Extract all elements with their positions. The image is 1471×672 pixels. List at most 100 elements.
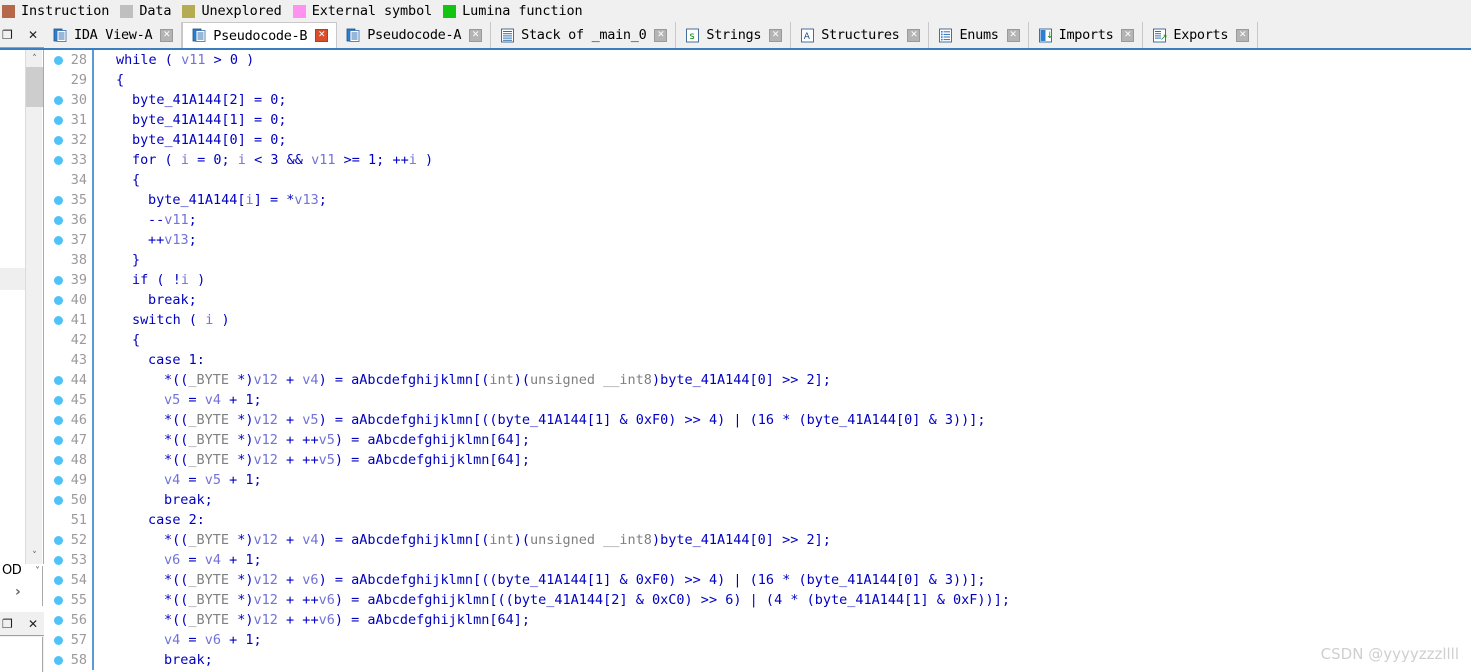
- code-text: ++v13;: [148, 232, 197, 248]
- code-line[interactable]: 38}: [44, 250, 1471, 270]
- line-number: 35: [70, 192, 87, 208]
- tab-close-icon[interactable]: ✕: [1236, 28, 1250, 42]
- pseudocode-editor[interactable]: 28 while ( v11 > 0 ) 29 {30 byte_41A144[2] =…: [44, 50, 1471, 672]
- breakpoint-marker-icon[interactable]: [54, 116, 63, 125]
- left-dock-scrollbar[interactable]: ˄ ˅: [25, 50, 43, 564]
- scrollbar-thumb[interactable]: [26, 67, 43, 107]
- breakpoint-marker-icon[interactable]: [54, 576, 63, 585]
- restore-icon[interactable]: ❐: [2, 29, 13, 41]
- tab-close-icon[interactable]: ✕: [1006, 28, 1020, 42]
- code-line[interactable]: 56 *((_BYTE *)v12 + ++v6) = aAbcdefghijkl…: [44, 610, 1471, 630]
- code-line[interactable]: 29 {: [44, 70, 1471, 90]
- tab-ida-view-a[interactable]: IDA View-A ✕: [44, 22, 183, 48]
- tab-label: Structures: [821, 27, 900, 43]
- chevron-right-icon[interactable]: ›: [15, 584, 21, 600]
- code-line[interactable]: 47 *((_BYTE *)v12 + ++v5) = aAbcdefghijkl…: [44, 430, 1471, 450]
- scroll-down-icon[interactable]: ˅: [26, 547, 43, 564]
- code-line[interactable]: 57 v4 = v6 + 1;: [44, 630, 1471, 650]
- tab-close-icon[interactable]: ✕: [769, 28, 783, 42]
- breakpoint-marker-icon[interactable]: [54, 56, 63, 65]
- breakpoint-marker-icon[interactable]: [54, 376, 63, 385]
- code-text: {: [132, 332, 141, 348]
- breakpoint-marker-icon[interactable]: [54, 636, 63, 645]
- tab-enums[interactable]: Enums ✕: [929, 22, 1029, 48]
- breakpoint-marker-icon[interactable]: [54, 156, 63, 165]
- tab-pseudocode-a[interactable]: Pseudocode-A ✕: [337, 22, 492, 48]
- tab-exports[interactable]: ↗ Exports ✕: [1143, 22, 1259, 48]
- tab-close-icon[interactable]: ✕: [315, 29, 329, 42]
- tab-close-icon[interactable]: ✕: [907, 28, 921, 42]
- code-line[interactable]: 45 v5 = v4 + 1;: [44, 390, 1471, 410]
- code-line[interactable]: 55 *((_BYTE *)v12 + ++v6) = aAbcdefghijkl…: [44, 590, 1471, 610]
- restore-icon[interactable]: ❐: [2, 618, 13, 630]
- code-line[interactable]: 53 v6 = v4 + 1;: [44, 550, 1471, 570]
- line-number: 32: [70, 132, 87, 148]
- tab-imports[interactable]: ↓ Imports ✕: [1028, 22, 1144, 48]
- breakpoint-marker-icon[interactable]: [54, 596, 63, 605]
- tab-stack-of-main-0[interactable]: Stack of _main_0 ✕: [491, 22, 677, 48]
- breakpoint-marker-icon[interactable]: [54, 236, 63, 245]
- tab-close-icon[interactable]: ✕: [654, 28, 668, 42]
- breakpoint-marker-icon[interactable]: [54, 396, 63, 405]
- code-line[interactable]: 48 *((_BYTE *)v12 + ++v5) = aAbcdefghijkl…: [44, 450, 1471, 470]
- code-line[interactable]: 46 *((_BYTE *)v12 + v5) = aAbcdefghijklmn…: [44, 410, 1471, 430]
- code-text: v5 = v4 + 1;: [164, 392, 262, 408]
- code-line[interactable]: 33 for ( i = 0; i < 3 && v11 >= 1; ++i ): [44, 150, 1471, 170]
- breakpoint-marker-icon[interactable]: [54, 216, 63, 225]
- tab-close-icon[interactable]: ✕: [469, 28, 483, 42]
- code-line[interactable]: 52 *((_BYTE *)v12 + v4) = aAbcdefghijklmn…: [44, 530, 1471, 550]
- code-line[interactable]: 37 ++v13;: [44, 230, 1471, 250]
- breakpoint-marker-icon[interactable]: [54, 476, 63, 485]
- breakpoint-marker-icon[interactable]: [54, 316, 63, 325]
- breakpoint-marker-icon[interactable]: [54, 296, 63, 305]
- code-line[interactable]: 49 v4 = v5 + 1;: [44, 470, 1471, 490]
- code-line[interactable]: 50 break;: [44, 490, 1471, 510]
- code-line[interactable]: 31 byte_41A144[1] = 0;: [44, 110, 1471, 130]
- code-text: v4 = v6 + 1;: [164, 632, 262, 648]
- tab-label: Enums: [959, 27, 999, 43]
- code-line[interactable]: 51 case 2:: [44, 510, 1471, 530]
- code-line[interactable]: 39 if ( !i ): [44, 270, 1471, 290]
- code-line[interactable]: 35 byte_41A144[i] = *v13;: [44, 190, 1471, 210]
- line-number: 47: [70, 432, 87, 448]
- tab-pseudocode-b[interactable]: Pseudocode-B ✕: [182, 22, 338, 48]
- breakpoint-marker-icon[interactable]: [54, 536, 63, 545]
- code-line[interactable]: 30 byte_41A144[2] = 0;: [44, 90, 1471, 110]
- code-line[interactable]: 28 while ( v11 > 0 ): [44, 50, 1471, 70]
- stack-icon: [500, 28, 515, 43]
- breakpoint-marker-icon[interactable]: [54, 136, 63, 145]
- code-line[interactable]: 44 *((_BYTE *)v12 + v4) = aAbcdefghijklmn…: [44, 370, 1471, 390]
- close-icon[interactable]: ✕: [28, 618, 38, 630]
- left-dock-od-row: OD ˅ ›: [1, 563, 43, 606]
- svg-text:↗: ↗: [1160, 33, 1167, 43]
- breakpoint-marker-icon[interactable]: [54, 456, 63, 465]
- breakpoint-marker-icon[interactable]: [54, 556, 63, 565]
- code-line[interactable]: 36 --v11;: [44, 210, 1471, 230]
- view-tab-bar: ❐ ✕ IDA View-A ✕ Pseudocode-B ✕ Pseudocode-A…: [0, 22, 1471, 50]
- code-line[interactable]: 41 switch ( i ): [44, 310, 1471, 330]
- breakpoint-marker-icon[interactable]: [54, 276, 63, 285]
- breakpoint-marker-icon[interactable]: [54, 656, 63, 665]
- code-text: break;: [148, 292, 197, 308]
- tab-close-icon[interactable]: ✕: [1121, 28, 1135, 42]
- code-line[interactable]: 42 {: [44, 330, 1471, 350]
- code-line[interactable]: 32 byte_41A144[0] = 0;: [44, 130, 1471, 150]
- breakpoint-marker-icon[interactable]: [54, 196, 63, 205]
- code-line[interactable]: 40 break;: [44, 290, 1471, 310]
- tab-close-icon[interactable]: ✕: [160, 28, 174, 42]
- breakpoint-marker-icon[interactable]: [54, 436, 63, 445]
- breakpoint-marker-icon[interactable]: [54, 616, 63, 625]
- code-line[interactable]: 43 case 1:: [44, 350, 1471, 370]
- breakpoint-marker-icon[interactable]: [54, 496, 63, 505]
- scroll-up-icon[interactable]: ˄: [26, 50, 43, 67]
- chevron-down-icon[interactable]: ˅: [35, 566, 40, 577]
- code-line[interactable]: 34 {: [44, 170, 1471, 190]
- breakpoint-marker-icon[interactable]: [54, 96, 63, 105]
- tab-structures[interactable]: A Structures ✕: [791, 22, 930, 48]
- code-text: if ( !i ): [132, 272, 206, 288]
- code-line[interactable]: 58 break;: [44, 650, 1471, 670]
- tab-strings[interactable]: s Strings ✕: [676, 22, 792, 48]
- breakpoint-marker-icon[interactable]: [54, 416, 63, 425]
- code-line[interactable]: 54 *((_BYTE *)v12 + v6) = aAbcdefghijklmn…: [44, 570, 1471, 590]
- close-icon[interactable]: ✕: [28, 29, 38, 41]
